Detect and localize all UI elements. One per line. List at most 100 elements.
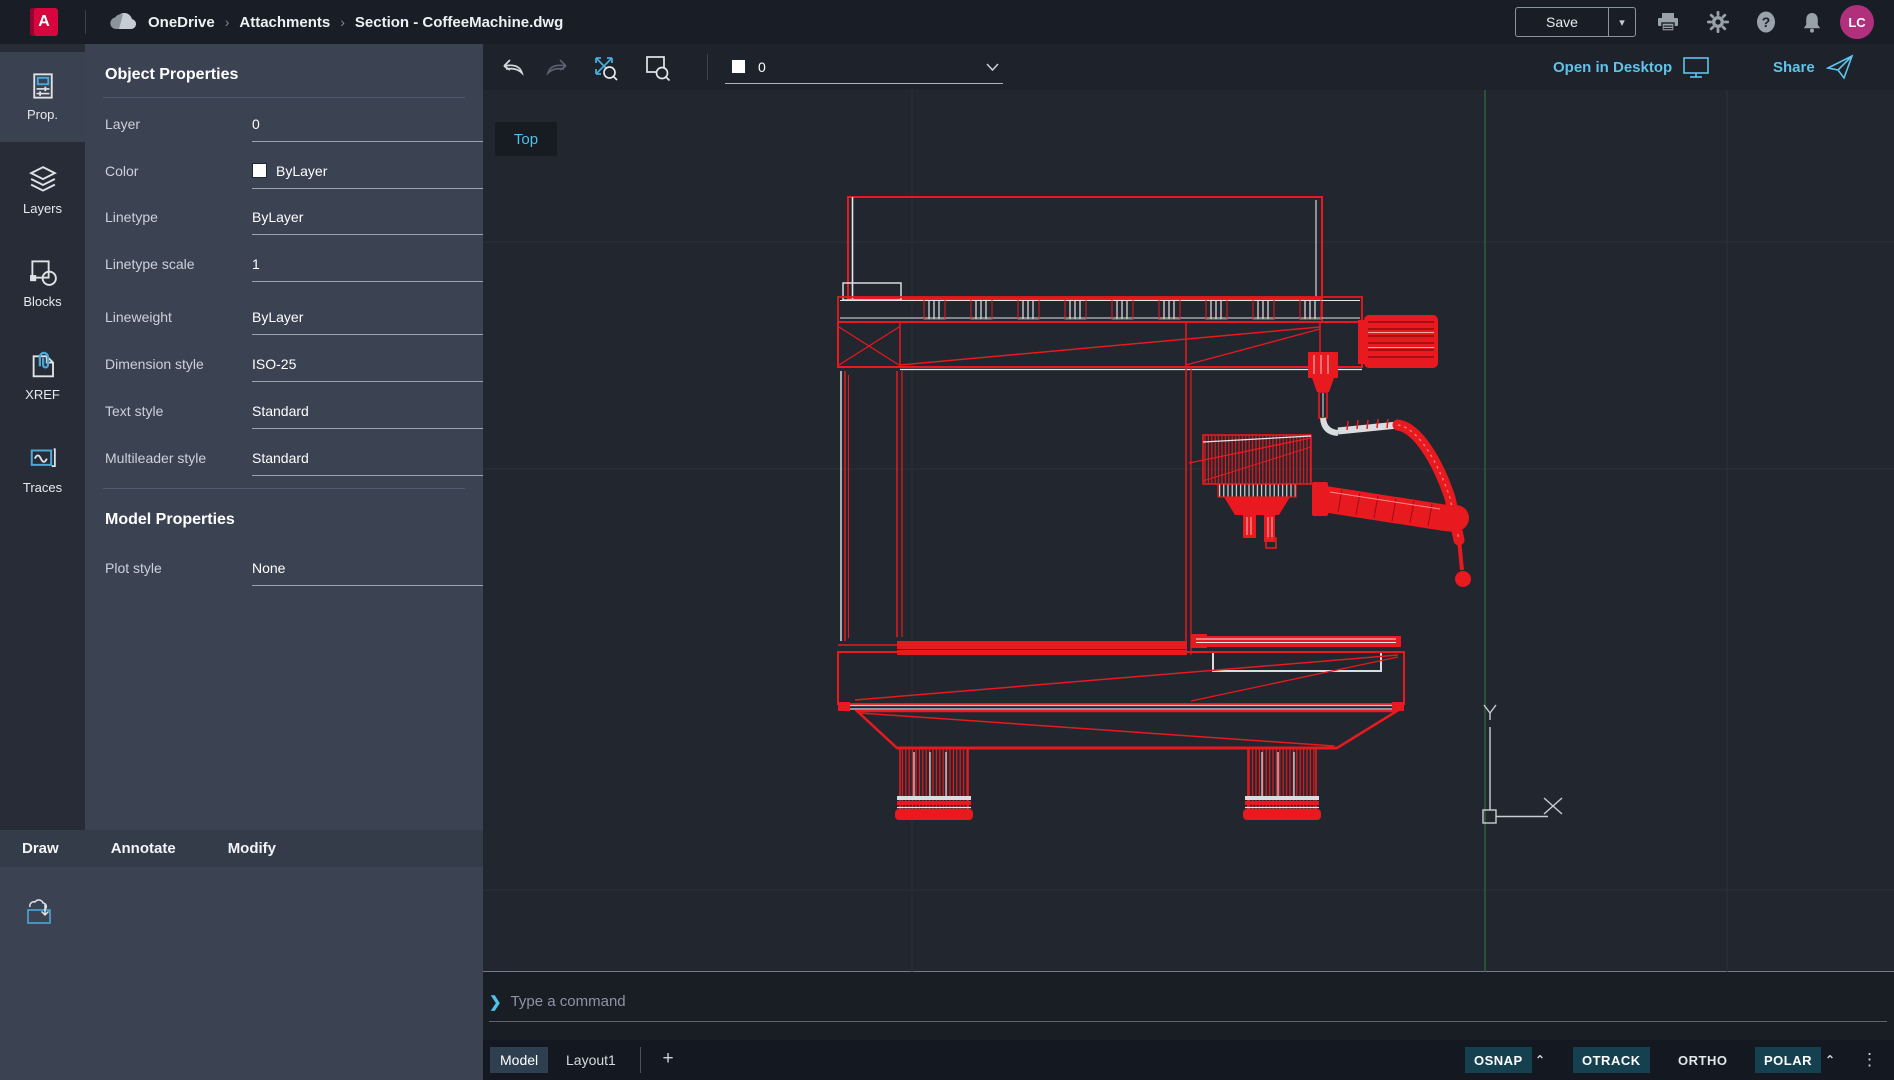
property-row-linetype: Linetype ByLayer xyxy=(85,197,483,237)
breadcrumb-separator: › xyxy=(225,14,230,30)
property-label: Layer xyxy=(105,116,140,132)
upper-body-box xyxy=(838,322,1362,370)
current-layer-dropdown[interactable]: 0 xyxy=(725,50,1003,84)
tab-layout1[interactable]: Layout1 xyxy=(556,1047,626,1073)
sidebar-item-properties[interactable]: Prop. xyxy=(0,52,85,142)
breadcrumb-file: Section - CoffeeMachine.dwg xyxy=(355,14,563,31)
zoom-extents-icon xyxy=(590,52,620,82)
property-label: Color xyxy=(105,163,138,179)
traces-icon xyxy=(28,443,58,473)
status-bar: Model Layout1 + OSNAP ⌃ OTRACK ORTHO POL… xyxy=(483,1040,1894,1080)
osnap-toggle[interactable]: OSNAP xyxy=(1465,1047,1532,1073)
model-properties-title: Model Properties xyxy=(105,511,235,529)
svg-text:?: ? xyxy=(1762,14,1771,30)
property-value: ByLayer xyxy=(252,309,303,325)
property-value: ISO-25 xyxy=(252,356,296,372)
property-value: None xyxy=(252,560,285,576)
tab-modify[interactable]: Modify xyxy=(228,840,276,857)
tab-annotate[interactable]: Annotate xyxy=(111,840,176,857)
properties-panel: Object Properties Layer 0 Color ByLayer … xyxy=(85,44,483,830)
cup-warmer-back-panel xyxy=(843,197,1322,322)
user-avatar[interactable]: LC xyxy=(1840,5,1874,39)
tab-model[interactable]: Model xyxy=(490,1047,548,1073)
sidebar-item-traces[interactable]: Traces xyxy=(0,424,85,514)
top-bar: A OneDrive › Attachments › Section - Cof… xyxy=(0,0,1894,44)
draw-tools-palette xyxy=(0,867,483,1080)
property-label: Plot style xyxy=(105,560,162,576)
settings-button[interactable] xyxy=(1706,10,1730,34)
properties-icon xyxy=(29,72,57,100)
polar-toggle[interactable]: POLAR xyxy=(1755,1047,1821,1073)
print-button[interactable] xyxy=(1656,10,1680,34)
chevron-down-icon xyxy=(986,63,999,71)
property-label: Dimension style xyxy=(105,356,204,372)
tab-draw[interactable]: Draw xyxy=(22,840,59,857)
sidebar-item-label: XREF xyxy=(25,387,60,402)
insert-from-cloud-button[interactable] xyxy=(24,897,60,929)
command-prompt-icon: ❯ xyxy=(489,993,502,1011)
save-button[interactable]: Save xyxy=(1516,8,1608,36)
share-label: Share xyxy=(1773,59,1815,76)
breadcrumb-root[interactable]: OneDrive xyxy=(148,14,215,31)
autocad-logo-icon[interactable]: A xyxy=(30,8,58,36)
gear-icon xyxy=(1707,11,1729,33)
redo-button[interactable] xyxy=(541,52,573,82)
property-value: ByLayer xyxy=(276,163,327,179)
sidebar-item-label: Blocks xyxy=(23,294,61,309)
open-in-desktop-button[interactable]: Open in Desktop xyxy=(1553,44,1710,90)
tray-slats xyxy=(924,300,1321,320)
add-layout-button[interactable]: + xyxy=(655,1045,681,1073)
property-row-dimension-style: Dimension style ISO-25 xyxy=(85,344,483,384)
command-input[interactable]: ❯ Type a command xyxy=(489,982,1887,1022)
grid-lines xyxy=(483,90,1894,972)
property-value: ByLayer xyxy=(252,209,303,225)
warming-tray-band xyxy=(838,297,1362,322)
command-line-area: ❯ Type a command xyxy=(483,972,1894,1040)
left-icon-rail: Prop. Layers Blocks XREF xyxy=(0,44,85,830)
share-button[interactable]: Share xyxy=(1773,44,1855,90)
sidebar-item-blocks[interactable]: Blocks xyxy=(0,238,85,328)
polar-chevron-up[interactable]: ⌃ xyxy=(1825,1047,1835,1073)
notifications-button[interactable] xyxy=(1800,10,1824,34)
breadcrumb-separator: › xyxy=(340,14,345,30)
machine-side-walls xyxy=(841,367,1191,655)
save-dropdown-button[interactable]: ▾ xyxy=(1608,8,1635,36)
right-foot xyxy=(1243,748,1321,820)
breadcrumb: OneDrive › Attachments › Section - Coffe… xyxy=(108,0,563,44)
section-divider xyxy=(103,97,465,98)
sidebar-item-label: Layers xyxy=(23,201,62,216)
status-overflow-menu[interactable]: ⋮ xyxy=(1861,1047,1878,1073)
blocks-icon xyxy=(28,257,58,287)
property-row-text-style: Text style Standard xyxy=(85,391,483,431)
property-value: Standard xyxy=(252,403,309,419)
view-cube-label[interactable]: Top xyxy=(495,122,557,156)
undo-button[interactable] xyxy=(497,52,529,82)
sidebar-item-xref[interactable]: XREF xyxy=(0,331,85,421)
property-label: Text style xyxy=(105,403,163,419)
sidebar-item-layers[interactable]: Layers xyxy=(0,145,85,235)
command-placeholder: Type a command xyxy=(511,993,626,1010)
group-head xyxy=(1308,352,1338,418)
help-button[interactable]: ? xyxy=(1754,10,1778,34)
osnap-chevron-up[interactable]: ⌃ xyxy=(1535,1047,1545,1073)
ortho-toggle[interactable]: ORTHO xyxy=(1669,1047,1736,1073)
drawing-canvas[interactable]: Top xyxy=(483,90,1894,972)
layers-icon xyxy=(28,164,58,194)
redo-icon xyxy=(544,57,570,77)
onedrive-cloud-icon xyxy=(108,12,138,32)
property-label: Linetype scale xyxy=(105,256,195,272)
autocad-web-app: A OneDrive › Attachments › Section - Cof… xyxy=(0,0,1894,1080)
layer-color-swatch xyxy=(731,59,746,74)
zoom-extents-button[interactable] xyxy=(589,52,621,82)
sidebar-item-label: Traces xyxy=(23,480,62,495)
otrack-toggle[interactable]: OTRACK xyxy=(1573,1047,1650,1073)
base-plinth xyxy=(857,711,1397,748)
color-swatch xyxy=(252,163,267,178)
property-row-lineweight: Lineweight ByLayer xyxy=(85,297,483,337)
zoom-window-button[interactable] xyxy=(641,52,673,82)
breadcrumb-folder[interactable]: Attachments xyxy=(239,14,330,31)
property-label: Lineweight xyxy=(105,309,172,325)
property-value: Standard xyxy=(252,450,309,466)
tool-tabs-bar: Draw Annotate Modify xyxy=(0,830,483,867)
property-label: Multileader style xyxy=(105,450,206,466)
